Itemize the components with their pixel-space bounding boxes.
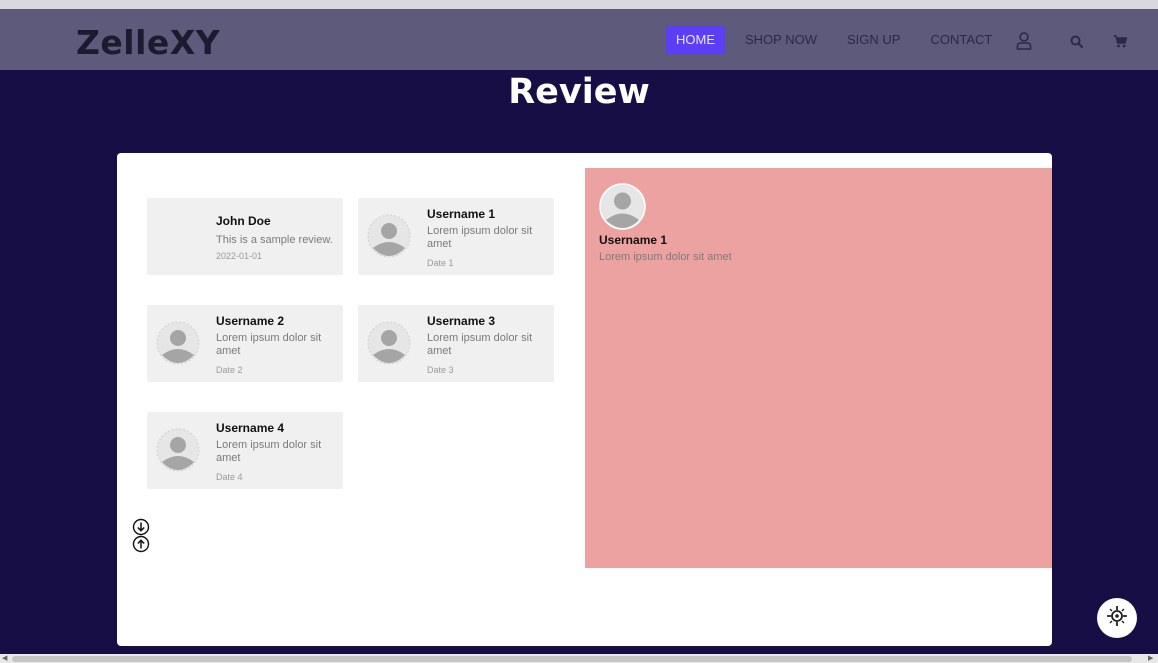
scroll-left-icon[interactable]: ◀ (2, 654, 7, 663)
review-text: This is a sample review. (216, 234, 333, 246)
review-card[interactable]: Username 3 Lorem ipsum dolor sit amet Da… (358, 305, 554, 382)
nav-sign-up-link[interactable]: SIGN UP (837, 26, 910, 54)
review-date: 2022-01-01 (216, 251, 263, 261)
review-card[interactable]: Username 1 Lorem ipsum dolor sit amet Da… (358, 198, 554, 275)
review-text: Lorem ipsum dolor sit amet (216, 332, 322, 357)
avatar-icon (367, 321, 411, 365)
avatar-icon (156, 321, 200, 365)
review-username: John Doe (216, 214, 271, 228)
review-text: Lorem ipsum dolor sit amet (427, 225, 533, 250)
review-text: Lorem ipsum dolor sit amet (427, 332, 533, 357)
scroll-up-icon[interactable] (132, 535, 150, 553)
page-title: Review (508, 72, 650, 112)
crosshair-icon (1106, 605, 1128, 632)
review-date: Date 3 (427, 365, 454, 375)
nav-shop-now-link[interactable]: SHOP NOW (735, 26, 827, 54)
brand-logo[interactable]: ZelleXY (76, 23, 220, 62)
search-icon[interactable] (1066, 30, 1086, 52)
navbar: ZelleXY HOME SHOP NOW SIGN UP CONTACT (0, 9, 1158, 70)
review-username: Username 1 (427, 207, 496, 221)
detail-username: Username 1 (599, 233, 668, 247)
review-card[interactable]: Username 2 Lorem ipsum dolor sit amet Da… (147, 305, 343, 382)
browser-top-strip (0, 0, 1158, 9)
main-nav: HOME SHOP NOW SIGN UP CONTACT (666, 26, 1012, 54)
review-username: Username 3 (427, 314, 496, 328)
avatar-icon (367, 214, 411, 258)
review-text: Lorem ipsum dolor sit amet (216, 439, 322, 464)
review-card[interactable]: John Doe This is a sample review. 2022-0… (147, 198, 343, 275)
review-username: Username 2 (216, 314, 285, 328)
review-username: Username 4 (216, 421, 285, 435)
scrollbar-thumb[interactable] (12, 656, 1132, 662)
nav-home-link[interactable]: HOME (666, 26, 725, 54)
review-card[interactable]: Username 4 Lorem ipsum dolor sit amet Da… (147, 412, 343, 489)
review-date: Date 4 (216, 472, 243, 482)
horizontal-scrollbar[interactable]: ◀ ▶ (0, 654, 1158, 663)
nav-contact-link[interactable]: CONTACT (920, 26, 1002, 54)
user-icon[interactable] (1014, 30, 1034, 52)
avatar-icon (599, 183, 646, 230)
review-detail-panel: Username 1 Lorem ipsum dolor sit amet (585, 168, 1052, 568)
floating-action-button[interactable] (1097, 598, 1137, 638)
scroll-right-icon[interactable]: ▶ (1148, 654, 1153, 663)
detail-text: Lorem ipsum dolor sit amet (599, 251, 732, 263)
review-date: Date 2 (216, 365, 243, 375)
scroll-down-icon[interactable] (132, 518, 150, 536)
cart-icon[interactable] (1110, 30, 1130, 52)
review-date: Date 1 (427, 258, 454, 268)
avatar-icon (156, 428, 200, 472)
